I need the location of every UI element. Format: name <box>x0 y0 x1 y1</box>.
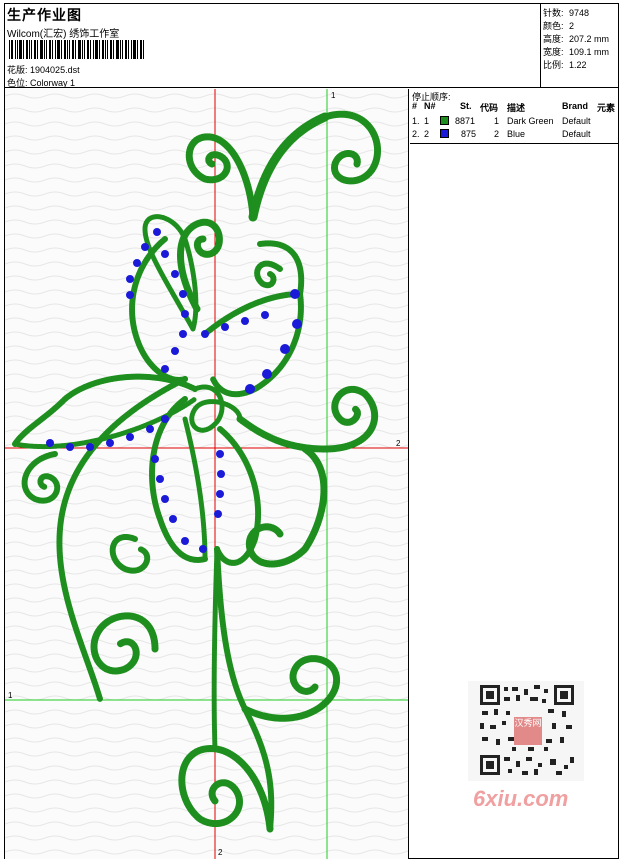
col-stitches: St. <box>460 101 472 111</box>
col-description: 描述 <box>507 103 526 113</box>
blue-star <box>161 495 169 503</box>
colorway-value: Colorway 1 <box>30 78 76 88</box>
table-row[interactable]: 1. 1 8871 1 Dark Green Default <box>410 116 618 128</box>
blue-star <box>245 384 255 394</box>
stat-label: 高度: <box>543 34 564 44</box>
stat-value: 2 <box>569 21 575 31</box>
col-element: 元素 <box>597 103 616 113</box>
blue-star <box>126 291 134 299</box>
guide-mark-left: 1 <box>8 691 13 700</box>
stat-colors: 颜色: 2 <box>543 19 574 32</box>
blue-star <box>241 317 249 325</box>
blue-star <box>221 323 229 331</box>
stop-sequence-header: # N# St. 代码 描述 Brand 元素 <box>410 101 618 113</box>
blue-star <box>169 515 177 523</box>
col-index: # <box>412 101 418 111</box>
blue-star <box>161 250 169 258</box>
blue-star <box>141 243 149 251</box>
col-brand: Brand <box>562 101 589 111</box>
row-description: Blue <box>507 129 526 139</box>
stat-scale: 比例: 1.22 <box>543 58 587 71</box>
stat-label: 针数: <box>543 8 564 18</box>
row-code: 2 <box>494 129 500 139</box>
stat-value: 1.22 <box>569 60 587 70</box>
row-needle: 1 <box>424 116 430 126</box>
page-title: 生产作业图 <box>7 7 82 23</box>
blue-star <box>126 275 134 283</box>
colorway-label: 色位: <box>7 78 28 88</box>
blue-star <box>261 311 269 319</box>
blue-star <box>217 470 225 478</box>
blue-star <box>133 259 141 267</box>
stats-panel: 针数: 9748 颜色: 2 高度: 207.2 mm 宽度: 109.1 mm 比例:… <box>540 4 618 88</box>
sheet-header: 生产作业图 Wilcom(汇宏) 绣饰工作室 花版: 1904025.dst 色… <box>5 4 618 88</box>
row-stitches: 8871 <box>455 116 476 126</box>
blue-star <box>156 475 164 483</box>
table-row[interactable]: 2. 2 875 2 Blue Default <box>410 129 618 141</box>
row-needle: 2 <box>424 129 430 139</box>
blue-star <box>179 330 187 338</box>
stat-label: 颜色: <box>543 21 564 31</box>
row-brand: Default <box>562 116 591 126</box>
row-stitches: 875 <box>461 129 477 139</box>
design-label: 花版: <box>7 65 28 75</box>
blue-star <box>153 228 161 236</box>
blue-star <box>66 443 74 451</box>
blue-star <box>151 455 159 463</box>
design-canvas[interactable]: 1 2 1 2 <box>5 89 409 859</box>
blue-star <box>181 310 189 318</box>
blue-star <box>201 330 209 338</box>
barcode-icon <box>9 40 144 59</box>
blue-star <box>46 439 54 447</box>
stat-label: 比例: <box>543 60 564 70</box>
blue-star <box>171 270 179 278</box>
blue-star <box>280 344 290 354</box>
header-info: 生产作业图 Wilcom(汇宏) 绣饰工作室 花版: 1904025.dst 色… <box>5 4 540 88</box>
blue-star <box>146 425 154 433</box>
blue-star <box>86 443 94 451</box>
blue-star <box>216 450 224 458</box>
row-code: 1 <box>494 116 500 126</box>
row-description: Dark Green <box>507 116 554 126</box>
blue-star <box>171 347 179 355</box>
blue-star <box>214 510 222 518</box>
studio-name: Wilcom(汇宏) 绣饰工作室 <box>7 29 120 40</box>
blue-star <box>106 439 114 447</box>
blue-star <box>181 537 189 545</box>
blue-star <box>292 319 302 329</box>
stat-width: 宽度: 109.1 mm <box>543 45 609 58</box>
watermark-logo: 汉秀网 <box>514 717 542 745</box>
stat-stitches: 针数: 9748 <box>543 6 589 19</box>
row-index: 1. <box>412 116 420 126</box>
blue-star <box>126 433 134 441</box>
stop-sequence-rows: 1. 1 8871 1 Dark Green Default 2. 2 875 … <box>410 114 618 144</box>
blue-star <box>161 365 169 373</box>
row-brand: Default <box>562 129 591 139</box>
embroidery-preview: 1 2 1 2 <box>5 89 408 859</box>
stat-value: 207.2 mm <box>569 34 610 44</box>
colorway: 色位: Colorway 1 <box>7 76 75 89</box>
blue-star <box>199 545 207 553</box>
stat-label: 宽度: <box>543 47 564 57</box>
guide-mark-top: 1 <box>331 91 336 100</box>
col-code: 代码 <box>480 103 499 113</box>
guide-mark-bottom: 2 <box>218 848 223 857</box>
blue-star <box>179 290 187 298</box>
blue-star <box>262 369 272 379</box>
col-needle: N# <box>424 101 436 111</box>
blue-star <box>161 415 169 423</box>
design-value: 1904025.dst <box>30 65 80 75</box>
blue-star <box>290 289 300 299</box>
stat-value: 9748 <box>569 8 590 18</box>
guide-mark-right: 2 <box>396 439 401 448</box>
blue-star <box>216 490 224 498</box>
row-index: 2. <box>412 129 420 139</box>
watermark-site[interactable]: 6xiu.com <box>473 786 568 812</box>
stat-value: 109.1 mm <box>569 47 610 57</box>
fabric-texture <box>5 89 408 859</box>
design-file: 花版: 1904025.dst <box>7 63 80 76</box>
stem <box>211 546 220 752</box>
stat-height: 高度: 207.2 mm <box>543 32 609 45</box>
